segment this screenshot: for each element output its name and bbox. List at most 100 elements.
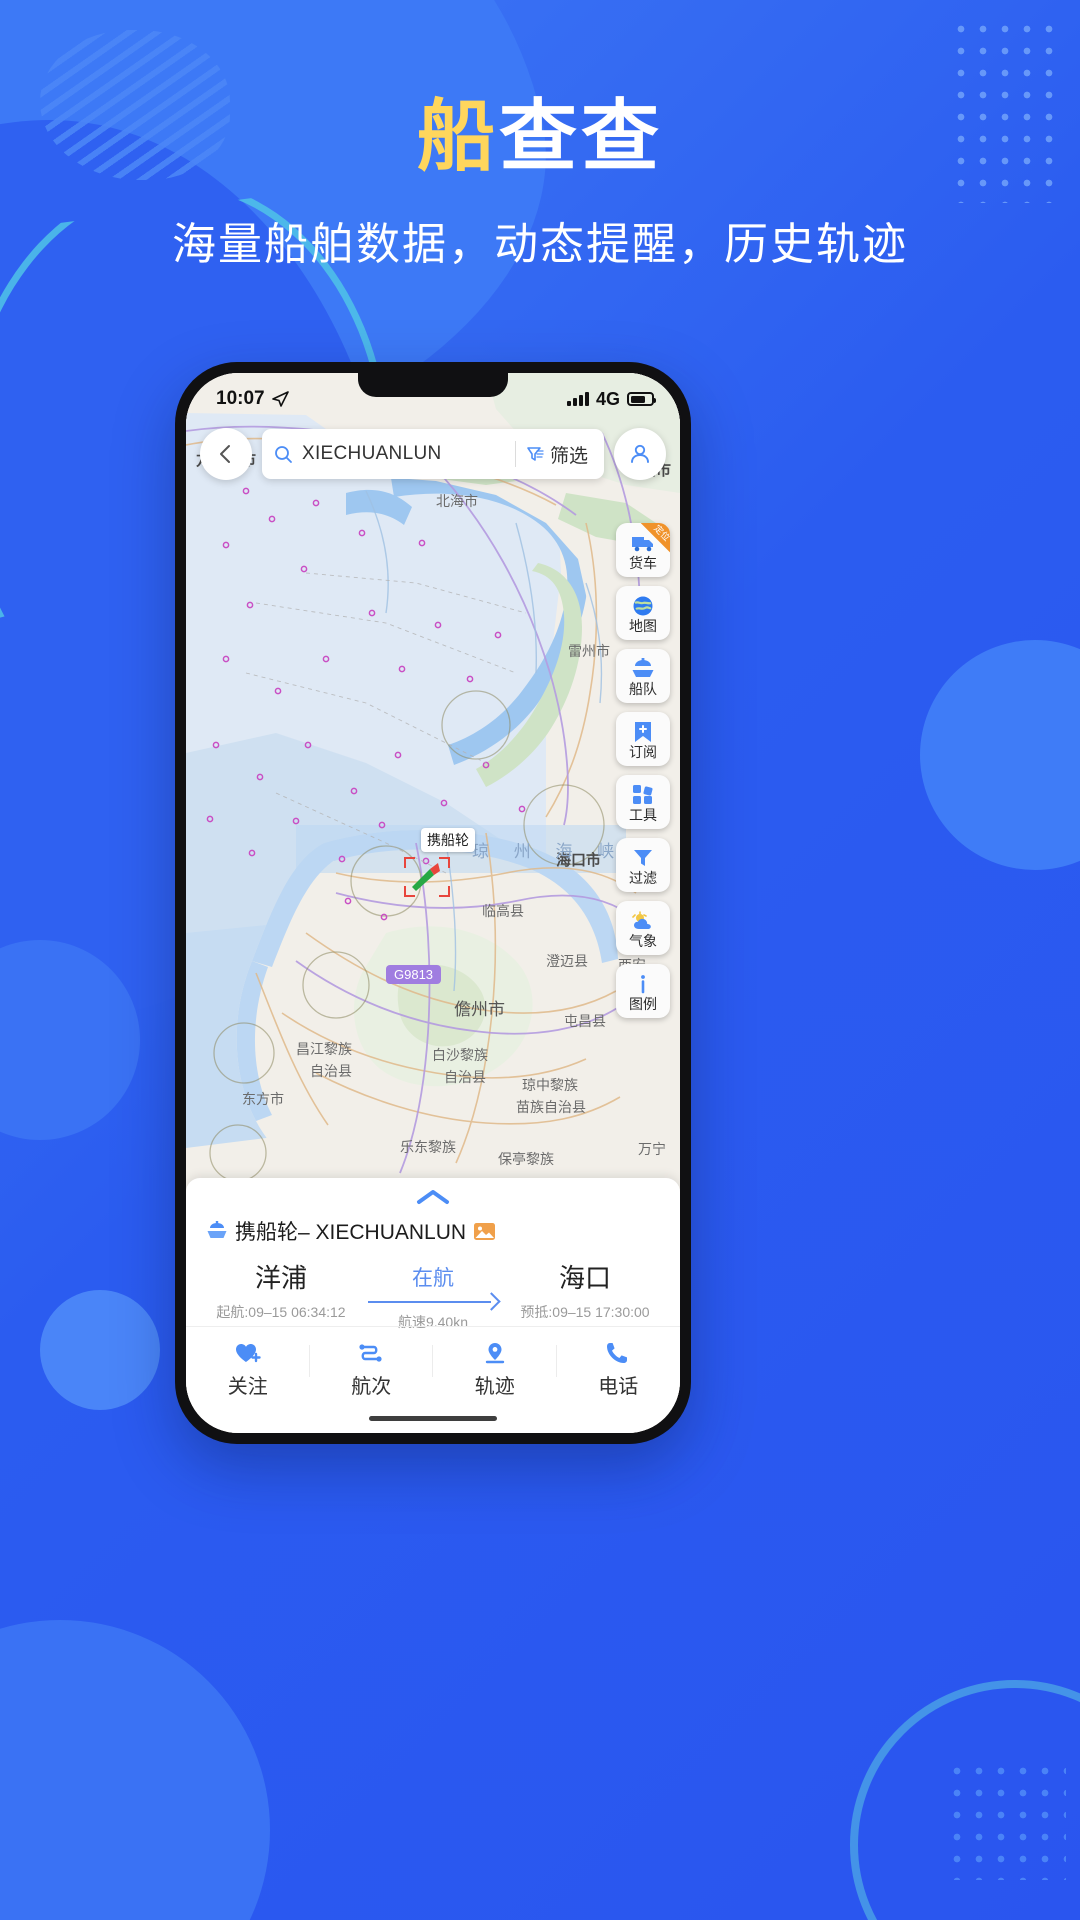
voyage-icon (359, 1344, 382, 1362)
action-label: 轨迹 (474, 1376, 515, 1398)
track-pin-icon (485, 1343, 504, 1364)
action-phone[interactable]: 电话 (557, 1341, 681, 1399)
destination-port: 海口 预抵:09–15 17:30:00 (510, 1258, 660, 1322)
tool-button-legend[interactable]: 图例 (616, 964, 670, 1018)
search-input-value: XIECHUANLUN (302, 443, 442, 464)
map-label: 自治县 (310, 1063, 352, 1079)
tool-button-map[interactable]: 地图 (616, 586, 670, 640)
phone-notch (358, 373, 508, 397)
selected-vessel-tag[interactable]: 携船轮 (421, 828, 475, 852)
tool-button-weather[interactable]: 气象 (616, 901, 670, 955)
map-label: 苗族自治县 (516, 1099, 586, 1115)
bg-circle-right (920, 640, 1080, 870)
battery-icon (627, 392, 656, 406)
map-label: 白沙黎族 (432, 1047, 488, 1063)
map-label: 雷州市 (568, 643, 610, 659)
map-label: 昌江黎族 (296, 1041, 352, 1057)
app-title-highlight: 船 (416, 92, 499, 180)
home-indicator (369, 1416, 497, 1421)
ship-badge-icon (207, 1221, 227, 1238)
tool-label: 工具 (629, 806, 657, 823)
action-follow[interactable]: 关注 (186, 1341, 310, 1399)
promo-headline: 船查查 海量船舶数据，动态提醒，历史轨迹 (0, 95, 1080, 272)
tool-label: 订阅 (629, 743, 657, 760)
vessel-marker-icon (412, 863, 440, 891)
action-voyage[interactable]: 航次 (310, 1341, 434, 1399)
tool-button-tools[interactable]: 工具 (616, 775, 670, 829)
profile-button[interactable] (614, 428, 666, 480)
status-time: 10:07 (216, 388, 265, 409)
route-arrow-icon (368, 1292, 501, 1311)
app-title: 船查查 (0, 95, 1080, 178)
funnel-icon (632, 846, 654, 870)
origin-port: 洋浦 起航:09–15 06:34:12 (206, 1258, 356, 1322)
vessel-detail-sheet: 携船轮– XIECHUANLUN 洋浦 起航:09–15 06:34:12 在航… (186, 1178, 680, 1433)
map-tool-rail: 定位 货车 地图 船队 订阅 工具 过滤 气象 图例 (616, 523, 670, 1018)
status-right: 4G (567, 388, 656, 410)
vessel-selection-box[interactable] (404, 857, 450, 897)
chevron-left-icon (220, 445, 230, 463)
tool-button-filter[interactable]: 过滤 (616, 838, 670, 892)
map-highway-badge: G9813 (386, 965, 442, 984)
tool-label: 图例 (629, 995, 657, 1012)
app-subtitle: 海量船舶数据，动态提醒，历史轨迹 (172, 219, 908, 269)
photo-icon[interactable] (473, 1222, 496, 1241)
phone-screen: 方城港市 合浦县 北海市 化州市 雷州市 海口市 临高县 澄迈县 儋州市 屯昌县… (186, 373, 680, 1433)
grid-tools-icon (632, 783, 654, 807)
filter-button[interactable]: 筛选 (526, 441, 592, 468)
vessel-name-row[interactable]: 携船轮– XIECHUANLUN (186, 1208, 680, 1246)
phone-mockup: 方城港市 合浦县 北海市 化州市 雷州市 海口市 临高县 澄迈县 儋州市 屯昌县… (175, 362, 691, 1444)
map-label: 万宁 (638, 1141, 666, 1157)
map-sea-label: 琼 州 海 峡 (472, 842, 625, 861)
voyage-status: 在航 航速9.40kn (356, 1258, 510, 1332)
tool-button-subscribe[interactable]: 订阅 (616, 712, 670, 766)
back-button[interactable] (200, 428, 252, 480)
map-label: 屯昌县 (564, 1013, 606, 1029)
tool-label: 过滤 (629, 869, 657, 886)
map-label: 临高县 (482, 903, 524, 919)
app-title-rest: 查查 (499, 92, 664, 180)
search-divider (514, 441, 516, 467)
map-label: 琼中黎族 (522, 1077, 578, 1093)
phone-icon (607, 1343, 628, 1363)
map-label: 儋州市 (454, 1000, 505, 1019)
person-icon (631, 444, 649, 463)
action-track[interactable]: 轨迹 (433, 1341, 557, 1399)
voyage-status-label: 在航 (412, 1267, 454, 1290)
heart-plus-icon (235, 1344, 261, 1363)
navigation-arrow-icon (271, 390, 289, 407)
bg-circle-bottom-left (0, 1620, 270, 1920)
map-label: 乐东黎族 (400, 1139, 456, 1155)
vessel-action-bar: 关注 航次 轨迹 电话 (186, 1326, 680, 1399)
sheet-collapse-button[interactable] (186, 1178, 680, 1208)
tool-label: 地图 (629, 617, 657, 634)
map-label: 自治县 (444, 1069, 486, 1085)
map-label: 东方市 (242, 1091, 284, 1107)
search-input[interactable]: XIECHUANLUN 筛选 (262, 429, 604, 479)
map-label: 保亭黎族 (498, 1151, 554, 1167)
search-icon (275, 445, 292, 463)
bg-circle-small (40, 1290, 160, 1410)
chevron-up-icon (417, 1190, 449, 1204)
signal-bars-icon (567, 392, 589, 406)
bookmark-plus-icon (633, 720, 653, 744)
action-label: 电话 (598, 1376, 639, 1398)
tool-button-fleet[interactable]: 船队 (616, 649, 670, 703)
map-label: 澄迈县 (546, 953, 588, 969)
tool-label: 气象 (629, 932, 657, 949)
tool-label: 船队 (629, 680, 657, 697)
tool-button-truck[interactable]: 定位 货车 (616, 523, 670, 577)
search-row: XIECHUANLUN 筛选 (200, 427, 666, 481)
destination-port-name: 海口 (558, 1263, 611, 1293)
weather-icon (631, 909, 655, 933)
map-label: 北海市 (436, 493, 478, 509)
status-left: 10:07 (216, 388, 289, 410)
tool-label: 货车 (629, 554, 657, 571)
bg-arc-bottom-right (850, 1680, 1080, 1920)
network-type-label: 4G (595, 388, 620, 409)
filter-button-label: 筛选 (549, 445, 588, 467)
info-icon (635, 972, 651, 996)
destination-port-meta: 预抵:09–15 17:30:00 (520, 1304, 650, 1320)
origin-port-meta: 起航:09–15 06:34:12 (216, 1304, 346, 1320)
action-label: 关注 (227, 1376, 268, 1398)
